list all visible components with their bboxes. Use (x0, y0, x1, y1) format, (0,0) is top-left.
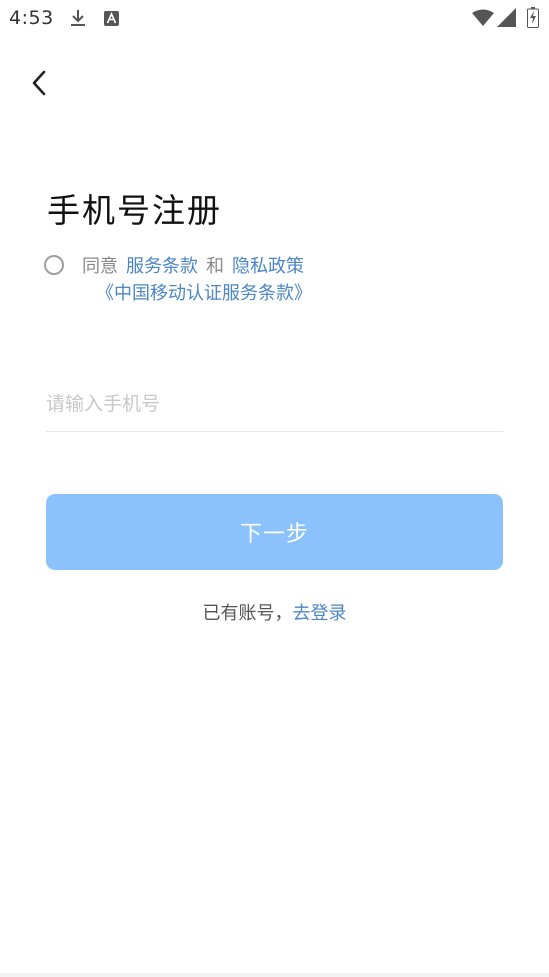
cmcc-terms-link[interactable]: 《中国移动认证服务条款》 (96, 283, 312, 304)
status-bar: 4:53 (0, 0, 549, 38)
input-divider (46, 431, 503, 432)
signal-icon (497, 8, 516, 27)
download-icon (71, 10, 85, 26)
login-prompt-text: 已有账号， (202, 603, 293, 624)
back-button[interactable] (22, 66, 56, 100)
battery-charging-icon (527, 7, 539, 28)
bottom-edge (0, 973, 549, 977)
terms-link[interactable]: 服务条款 (126, 256, 198, 277)
wifi-icon (472, 9, 494, 26)
agreement-text: 同意 服务条款和隐私政策 (82, 255, 304, 279)
status-time: 4:53 (9, 7, 54, 29)
agreement-and: 和 (206, 256, 224, 277)
next-button[interactable]: 下一步 (46, 494, 503, 570)
login-link[interactable]: 去登录 (293, 603, 347, 624)
chevron-left-icon (32, 70, 46, 96)
agreement-prefix: 同意 (82, 256, 118, 277)
agreement-text-line2: 《中国移动认证服务条款》 (96, 282, 312, 306)
page-title: 手机号注册 (47, 191, 222, 230)
privacy-link[interactable]: 隐私政策 (232, 256, 304, 277)
login-prompt: 已有账号，去登录 (0, 602, 549, 626)
agreement-radio[interactable] (44, 255, 64, 275)
phone-input[interactable] (46, 384, 503, 424)
text-a-icon (104, 11, 119, 26)
